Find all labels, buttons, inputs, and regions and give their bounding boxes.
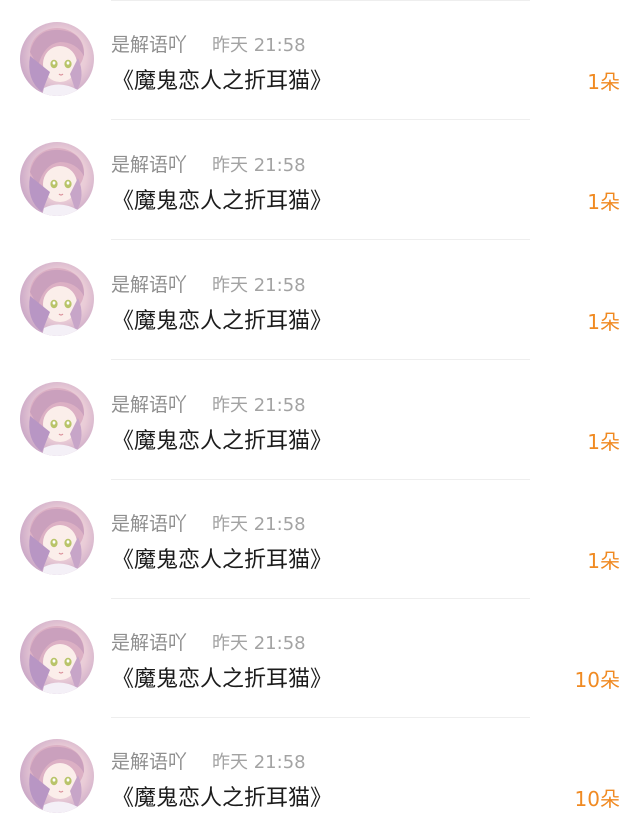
timestamp: 昨天 21:58: [212, 633, 306, 654]
timestamp: 昨天 21:58: [212, 514, 306, 535]
book-title[interactable]: 《魔鬼恋人之折耳猫》: [112, 63, 332, 95]
gift-count: 10朵: [574, 787, 620, 811]
list-item[interactable]: 是解语吖 昨天 21:58 《魔鬼恋人之折耳猫》 1朵: [0, 0, 640, 120]
username[interactable]: 是解语吖: [111, 390, 187, 417]
timestamp: 昨天 21:58: [212, 35, 306, 56]
book-title[interactable]: 《魔鬼恋人之折耳猫》: [112, 423, 332, 455]
book-title[interactable]: 《魔鬼恋人之折耳猫》: [112, 542, 332, 574]
gift-count: 1朵: [587, 310, 620, 334]
username[interactable]: 是解语吖: [111, 30, 187, 57]
anime-girl-avatar-icon[interactable]: [20, 382, 94, 456]
gift-count: 10朵: [574, 668, 620, 692]
username[interactable]: 是解语吖: [111, 628, 187, 655]
timestamp: 昨天 21:58: [212, 155, 306, 176]
timestamp: 昨天 21:58: [212, 275, 306, 296]
anime-girl-avatar-icon[interactable]: [20, 620, 94, 694]
anime-girl-avatar-icon[interactable]: [20, 22, 94, 96]
list-item[interactable]: 是解语吖 昨天 21:58 《魔鬼恋人之折耳猫》 10朵: [0, 717, 640, 837]
list-item[interactable]: 是解语吖 昨天 21:58 《魔鬼恋人之折耳猫》 1朵: [0, 479, 640, 599]
list-item[interactable]: 是解语吖 昨天 21:58 《魔鬼恋人之折耳猫》 1朵: [0, 360, 640, 480]
book-title[interactable]: 《魔鬼恋人之折耳猫》: [112, 661, 332, 693]
username[interactable]: 是解语吖: [111, 747, 187, 774]
timestamp: 昨天 21:58: [212, 395, 306, 416]
list-item[interactable]: 是解语吖 昨天 21:58 《魔鬼恋人之折耳猫》 1朵: [0, 120, 640, 240]
gift-count: 1朵: [587, 549, 620, 573]
username[interactable]: 是解语吖: [111, 270, 187, 297]
gift-count: 1朵: [587, 70, 620, 94]
timestamp: 昨天 21:58: [212, 752, 306, 773]
gift-count: 1朵: [587, 190, 620, 214]
anime-girl-avatar-icon[interactable]: [20, 739, 94, 813]
anime-girl-avatar-icon[interactable]: [20, 262, 94, 336]
book-title[interactable]: 《魔鬼恋人之折耳猫》: [112, 780, 332, 812]
username[interactable]: 是解语吖: [111, 509, 187, 536]
username[interactable]: 是解语吖: [111, 150, 187, 177]
gift-count: 1朵: [587, 430, 620, 454]
gift-record-list: 是解语吖 昨天 21:58 《魔鬼恋人之折耳猫》 1朵 是解语吖 昨天 21:5…: [0, 0, 640, 837]
book-title[interactable]: 《魔鬼恋人之折耳猫》: [112, 303, 332, 335]
anime-girl-avatar-icon[interactable]: [20, 501, 94, 575]
book-title[interactable]: 《魔鬼恋人之折耳猫》: [112, 183, 332, 215]
anime-girl-avatar-icon[interactable]: [20, 142, 94, 216]
list-item[interactable]: 是解语吖 昨天 21:58 《魔鬼恋人之折耳猫》 1朵: [0, 240, 640, 360]
list-item[interactable]: 是解语吖 昨天 21:58 《魔鬼恋人之折耳猫》 10朵: [0, 598, 640, 718]
